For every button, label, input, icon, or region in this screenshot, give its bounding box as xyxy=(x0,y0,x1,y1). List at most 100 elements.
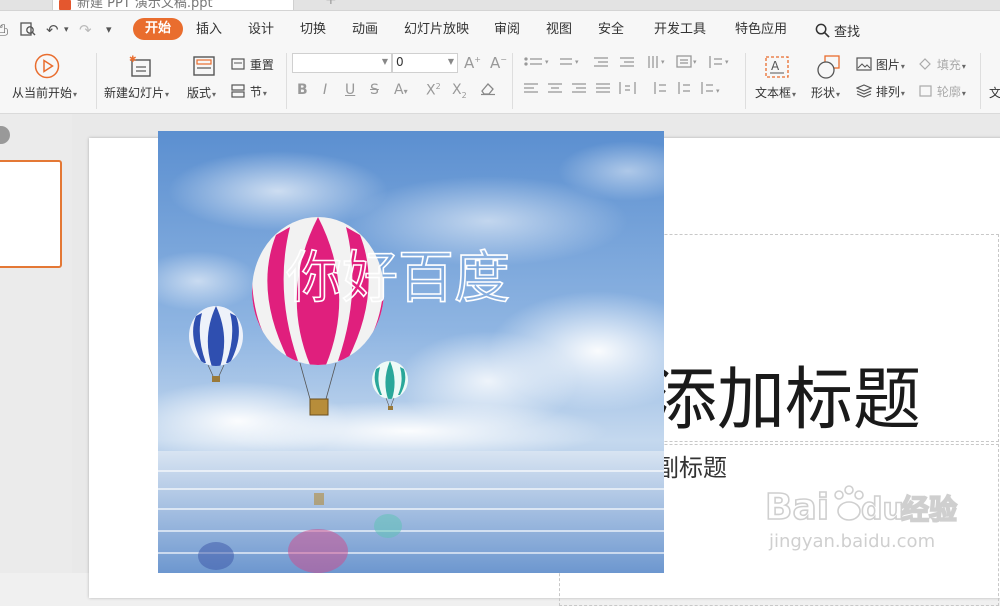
shape-button[interactable]: 形状▾ xyxy=(811,84,840,101)
layout-button[interactable]: 版式▾ xyxy=(187,84,216,101)
undo-dropdown-icon[interactable]: ▾ xyxy=(64,21,69,39)
tab-insert[interactable]: 插入 xyxy=(196,21,222,39)
increase-font-icon[interactable]: A+ xyxy=(464,54,481,72)
svg-text:A: A xyxy=(771,59,780,73)
outline-label: 轮廓 xyxy=(936,85,961,99)
search-label: 查找 xyxy=(834,24,861,40)
italic-icon[interactable]: I xyxy=(323,82,327,98)
search-command[interactable]: 查找 xyxy=(815,20,860,40)
svg-text:▾: ▾ xyxy=(716,87,720,95)
document-tab-title: 新建 PPT 演示文稿.ppt xyxy=(77,0,213,11)
ribbon-toolbar: 从当前开始▾ ✱ 新建幻灯片▾ 版式▾ 重置 节▾ ▼ 0 ▼ A+ A− B … xyxy=(0,49,1000,114)
font-size-value: 0 xyxy=(396,55,404,69)
section-icon xyxy=(231,84,245,98)
undo-icon[interactable]: ↶ xyxy=(46,21,59,39)
svg-text:▾: ▾ xyxy=(693,58,697,66)
section-button[interactable]: 节▾ xyxy=(231,83,267,100)
baidu-jingyan-watermark: Bai du 经验 jingyan.baidu.com xyxy=(765,485,958,552)
paw-icon xyxy=(834,485,864,521)
tab-transitions[interactable]: 切换 xyxy=(300,21,326,39)
outline-icon xyxy=(919,85,932,97)
chevron-down-icon: ▼ xyxy=(381,57,388,66)
subtitle-text[interactable]: 副标题 xyxy=(655,448,727,483)
tab-home[interactable]: 开始 xyxy=(133,18,184,40)
ribbon-separator xyxy=(286,53,287,109)
slide-thumbnail[interactable] xyxy=(0,160,62,268)
ribbon-separator xyxy=(745,53,746,109)
section-label: 节 xyxy=(249,85,262,99)
layout-icon[interactable] xyxy=(192,54,216,82)
layout-label: 版式 xyxy=(187,86,212,100)
chevron-down-icon: ▼ xyxy=(447,57,454,66)
play-from-current-button[interactable]: 从当前开始▾ xyxy=(12,84,77,101)
pane-toggle-button[interactable] xyxy=(0,126,10,144)
svg-text:▾: ▾ xyxy=(575,58,579,66)
new-slide-icon[interactable]: ✱ xyxy=(128,54,154,84)
strikethrough-icon[interactable]: S xyxy=(370,82,379,98)
shape-label: 形状 xyxy=(811,86,836,100)
search-icon xyxy=(815,23,830,38)
text-box-icon[interactable]: A xyxy=(764,55,790,83)
underline-icon[interactable]: U xyxy=(345,82,355,98)
tab-special-features[interactable]: 特色应用 xyxy=(735,21,787,39)
fill-label: 填充 xyxy=(936,58,961,72)
arrange-label: 排列 xyxy=(875,85,900,99)
print-icon[interactable]: ⎙ xyxy=(0,21,8,39)
new-tab-button[interactable]: + xyxy=(325,0,337,8)
customize-toolbar-icon[interactable]: ▾ xyxy=(106,21,112,39)
tab-view[interactable]: 视图 xyxy=(546,21,572,39)
ppt-file-icon xyxy=(59,0,71,10)
paragraph-tools[interactable]: ▾ ▾ ▾ ▾ ▾ ▾ xyxy=(522,54,740,108)
balloon-picture[interactable]: 你好百度 xyxy=(158,131,664,573)
tab-developer[interactable]: 开发工具 xyxy=(654,21,706,39)
reset-label: 重置 xyxy=(249,58,274,72)
document-tab-strip: 新建 PPT 演示文稿.ppt + xyxy=(0,0,1000,11)
font-size-combo[interactable]: 0 ▼ xyxy=(392,53,458,73)
title-text[interactable]: 添加标题 xyxy=(649,344,921,443)
watermark-brand-2: du xyxy=(861,492,904,527)
watermark-cn: 经验 xyxy=(901,493,957,526)
superscript-icon[interactable]: X2 xyxy=(426,82,441,99)
play-circle-icon[interactable] xyxy=(34,53,60,83)
layers-icon xyxy=(855,84,873,98)
text-box-button[interactable]: 文本框▾ xyxy=(755,84,796,101)
print-preview-icon[interactable] xyxy=(20,21,36,41)
font-color-icon[interactable]: A▾ xyxy=(394,82,408,98)
picture-button[interactable]: 图片▾ xyxy=(856,56,905,73)
decrease-font-icon[interactable]: A− xyxy=(490,54,507,72)
fill-bucket-icon xyxy=(919,58,931,70)
shapes-icon[interactable] xyxy=(816,54,842,84)
menu-bar: ⎙ ↶ ▾ ↷ ▾ 开始 插入 设计 切换 动画 幻灯片放映 审阅 视图 安全 … xyxy=(0,11,1000,49)
reset-button[interactable]: 重置 xyxy=(231,56,274,73)
outline-button[interactable]: 轮廓▾ xyxy=(918,83,966,100)
fill-button[interactable]: 填充▾ xyxy=(918,56,966,73)
ribbon-separator xyxy=(96,53,97,109)
tab-animations[interactable]: 动画 xyxy=(352,21,378,39)
redo-icon[interactable]: ↷ xyxy=(79,21,92,39)
watermark-brand: Bai xyxy=(765,487,829,528)
tab-review[interactable]: 审阅 xyxy=(494,21,520,39)
ribbon-separator xyxy=(512,53,513,109)
slide-thumbnail-pane xyxy=(0,114,73,573)
picture-icon xyxy=(856,57,872,71)
tab-security[interactable]: 安全 xyxy=(598,21,624,39)
svg-text:▾: ▾ xyxy=(725,58,729,66)
text-tools-button[interactable]: 文 xyxy=(989,84,1000,101)
bold-icon[interactable]: B xyxy=(297,82,308,98)
svg-text:✱: ✱ xyxy=(129,55,137,65)
tab-slideshow[interactable]: 幻灯片放映 xyxy=(404,21,469,39)
picture-overlay-text: 你好百度 xyxy=(286,246,510,311)
new-slide-label: 新建幻灯片 xyxy=(104,86,165,100)
text-box-label: 文本框 xyxy=(755,86,792,100)
clear-format-icon[interactable] xyxy=(479,80,497,100)
watermark-url: jingyan.baidu.com xyxy=(768,531,935,552)
arrange-button[interactable]: 排列▾ xyxy=(855,83,905,100)
font-name-combo[interactable]: ▼ xyxy=(292,53,392,73)
tab-design[interactable]: 设计 xyxy=(248,21,274,39)
new-slide-button[interactable]: 新建幻灯片▾ xyxy=(104,84,169,101)
svg-text:▾: ▾ xyxy=(661,58,665,66)
play-from-current-label: 从当前开始 xyxy=(12,86,73,100)
document-tab[interactable]: 新建 PPT 演示文稿.ppt xyxy=(52,0,294,11)
subscript-icon[interactable]: X2 xyxy=(452,82,467,100)
picture-label: 图片 xyxy=(875,58,900,72)
